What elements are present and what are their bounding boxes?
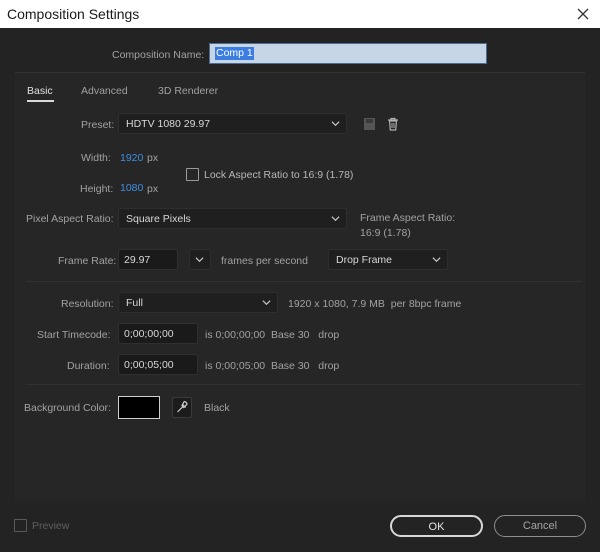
- duration-info: is 0;00;05;00 Base 30 drop: [205, 360, 340, 372]
- close-icon: [577, 8, 589, 20]
- pixel-aspect-dropdown[interactable]: Square Pixels: [118, 208, 347, 229]
- start-timecode-input[interactable]: 0;00;00;00: [118, 323, 198, 344]
- background-color-name: Black: [204, 402, 230, 414]
- settings-panel: [15, 72, 585, 500]
- save-preset-icon: [364, 118, 375, 130]
- lock-aspect-label: Lock Aspect Ratio to 16:9 (1.78): [204, 169, 354, 181]
- cancel-button-label: Cancel: [522, 520, 558, 532]
- background-color-label: Background Color:: [24, 402, 111, 414]
- width-unit: px: [147, 152, 159, 164]
- ok-button[interactable]: OK: [390, 515, 483, 537]
- height-value[interactable]: 1080: [120, 182, 143, 194]
- chevron-down-icon: [331, 121, 340, 127]
- resolution-info: 1920 x 1080, 7.9 MB per 8bpc frame: [288, 298, 462, 310]
- preset-value: HDTV 1080 29.97: [126, 118, 211, 130]
- tab-3d-renderer[interactable]: 3D Renderer: [158, 85, 218, 97]
- preview-checkbox[interactable]: [14, 519, 27, 532]
- start-timecode-info: is 0;00;00;00 Base 30 drop: [205, 329, 340, 341]
- cancel-button[interactable]: Cancel: [494, 515, 586, 537]
- preview-label: Preview: [32, 520, 70, 532]
- frame-rate-value: 29.97: [124, 254, 151, 266]
- chevron-down-icon: [331, 216, 340, 222]
- composition-name-input[interactable]: Comp 1: [209, 43, 487, 64]
- frame-aspect-value: 16:9 (1.78): [360, 227, 411, 239]
- height-unit: px: [147, 183, 159, 195]
- tab-advanced[interactable]: Advanced: [81, 85, 128, 97]
- width-label: Width:: [81, 152, 111, 164]
- chevron-down-icon: [195, 257, 204, 263]
- close-button[interactable]: [572, 4, 594, 24]
- delete-preset-button[interactable]: [384, 115, 402, 133]
- save-preset-button[interactable]: [361, 115, 379, 133]
- dialog-body: Composition Name: Comp 1 Basic Advanced …: [0, 28, 600, 552]
- resolution-label: Resolution:: [61, 298, 114, 310]
- frame-rate-unit: frames per second: [221, 255, 308, 267]
- preset-label: Preset:: [81, 119, 115, 131]
- chevron-down-icon: [262, 300, 271, 306]
- resolution-dropdown[interactable]: Full: [118, 292, 278, 313]
- section-divider: [26, 384, 582, 385]
- duration-value: 0;00;05;00: [124, 359, 174, 371]
- pixel-aspect-value: Square Pixels: [126, 213, 191, 225]
- resolution-value: Full: [126, 297, 143, 309]
- width-value[interactable]: 1920: [120, 152, 143, 164]
- frame-rate-label: Frame Rate:: [58, 255, 117, 267]
- drop-frame-value: Drop Frame: [336, 254, 393, 266]
- start-timecode-label: Start Timecode:: [37, 329, 111, 341]
- start-timecode-value: 0;00;00;00: [124, 328, 174, 340]
- trash-icon: [388, 117, 398, 131]
- background-color-swatch[interactable]: [118, 396, 160, 419]
- ok-button-label: OK: [428, 521, 445, 533]
- preset-dropdown[interactable]: HDTV 1080 29.97: [118, 113, 347, 134]
- composition-name-label: Composition Name:: [112, 49, 205, 61]
- window-title: Composition Settings: [7, 6, 140, 22]
- tab-basic[interactable]: Basic: [27, 85, 53, 97]
- chevron-down-icon: [432, 257, 441, 263]
- composition-name-value: Comp 1: [215, 47, 254, 60]
- frame-rate-input[interactable]: 29.97: [118, 249, 178, 270]
- drop-frame-dropdown[interactable]: Drop Frame: [328, 249, 448, 270]
- duration-input[interactable]: 0;00;05;00: [118, 354, 198, 375]
- pixel-aspect-label: Pixel Aspect Ratio:: [26, 213, 114, 225]
- lock-aspect-checkbox[interactable]: [186, 168, 199, 181]
- frame-aspect-label: Frame Aspect Ratio:: [360, 212, 456, 224]
- frame-rate-dropdown[interactable]: [189, 249, 211, 270]
- height-label: Height:: [80, 183, 114, 195]
- active-tab-indicator: [27, 100, 54, 102]
- title-bar: Composition Settings: [0, 0, 600, 28]
- eyedropper-icon: [177, 401, 188, 413]
- section-divider: [26, 281, 582, 282]
- eyedropper-button[interactable]: [172, 397, 192, 418]
- duration-label: Duration:: [67, 360, 110, 372]
